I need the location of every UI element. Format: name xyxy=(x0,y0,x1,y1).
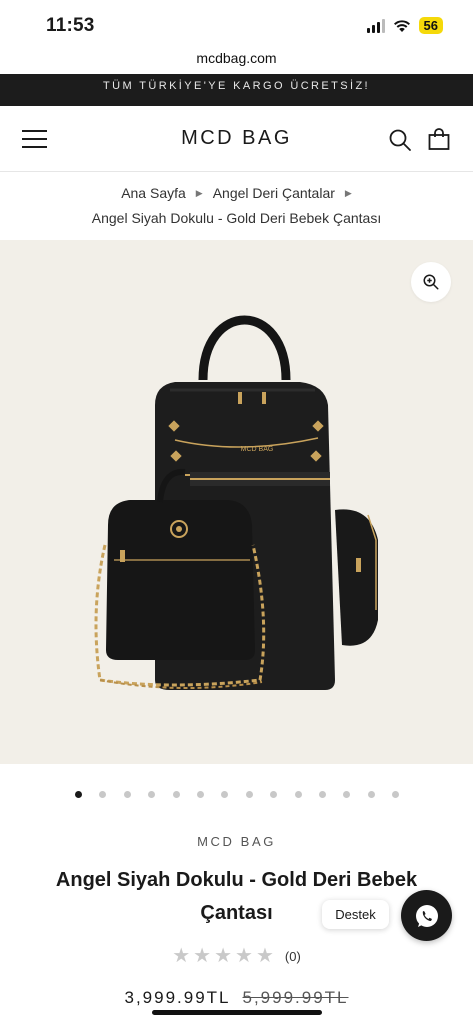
product-price: 3,999.99TL 5,999.99TL xyxy=(0,988,473,1008)
star-icon: ★ xyxy=(214,945,233,967)
compare-at-price: 5,999.99TL xyxy=(242,988,349,1007)
cellular-signal-icon xyxy=(366,18,385,33)
support-label[interactable]: Destek xyxy=(322,900,389,929)
sale-price: 3,999.99TL xyxy=(124,988,231,1007)
pagination-dot[interactable] xyxy=(270,791,278,798)
site-header: MCD BAG xyxy=(0,106,473,172)
bag-logo-text: MCD BAG xyxy=(241,446,274,453)
pagination-dot[interactable] xyxy=(221,791,229,798)
page: 11:53 56 mcdbag.com TÜM TÜRKİYE'YE KARGO… xyxy=(0,0,473,1024)
pagination-dot[interactable] xyxy=(172,791,180,798)
star-icon: ★ xyxy=(193,945,212,967)
whatsapp-icon[interactable] xyxy=(401,890,452,941)
pagination-dot[interactable] xyxy=(148,791,156,798)
breadcrumb: Ana Sayfa ▶ Angel Deri Çantalar ▶ Angel … xyxy=(0,172,473,240)
url-bar[interactable]: mcdbag.com xyxy=(0,50,473,74)
star-icon: ★ xyxy=(235,945,253,967)
pagination-dot[interactable] xyxy=(319,791,326,798)
home-indicator xyxy=(152,1010,322,1015)
battery-indicator: 56 xyxy=(418,17,443,34)
product-image-gallery[interactable]: MCD BAG xyxy=(0,240,473,764)
status-bar: 11:53 56 xyxy=(0,0,473,50)
gallery-pagination xyxy=(0,787,473,803)
pagination-dot[interactable] xyxy=(367,791,375,798)
review-count: (0) xyxy=(284,948,301,964)
search-icon[interactable] xyxy=(388,128,412,152)
star-icon: ★ xyxy=(172,945,191,967)
shopping-bag-icon[interactable] xyxy=(427,127,451,151)
zoom-in-icon[interactable] xyxy=(411,262,451,302)
chat-bubble-icon xyxy=(415,904,438,927)
pagination-dot[interactable] xyxy=(123,791,131,798)
pagination-dot[interactable] xyxy=(197,791,204,798)
breadcrumb-home-link[interactable]: Ana Sayfa xyxy=(121,185,186,201)
product-image: MCD BAG xyxy=(94,315,378,690)
pagination-dot[interactable] xyxy=(392,791,400,798)
chevron-right-icon: ▶ xyxy=(344,187,352,198)
pagination-dot[interactable] xyxy=(99,791,107,798)
pagination-dot[interactable] xyxy=(245,791,253,798)
pagination-dot[interactable] xyxy=(294,791,302,798)
pagination-dot[interactable] xyxy=(343,791,351,798)
chevron-right-icon: ▶ xyxy=(195,187,203,198)
status-icons: 56 xyxy=(366,17,443,34)
product-rating[interactable]: ★ ★ ★ ★ ★ (0) xyxy=(0,946,473,966)
pagination-dot[interactable] xyxy=(75,791,82,798)
announcement-bar: TÜM TÜRKİYE'YE KARGO ÜCRETSİZ! xyxy=(0,74,473,106)
wifi-icon xyxy=(393,19,410,32)
breadcrumb-category-link[interactable]: Angel Deri Çantalar xyxy=(213,185,335,201)
star-icon: ★ xyxy=(255,945,274,967)
status-time: 11:53 xyxy=(46,15,95,36)
product-vendor[interactable]: MCD BAG xyxy=(0,834,473,849)
breadcrumb-current: Angel Siyah Dokulu - Gold Deri Bebek Çan… xyxy=(91,210,382,226)
magnifier-plus-icon xyxy=(423,274,439,290)
